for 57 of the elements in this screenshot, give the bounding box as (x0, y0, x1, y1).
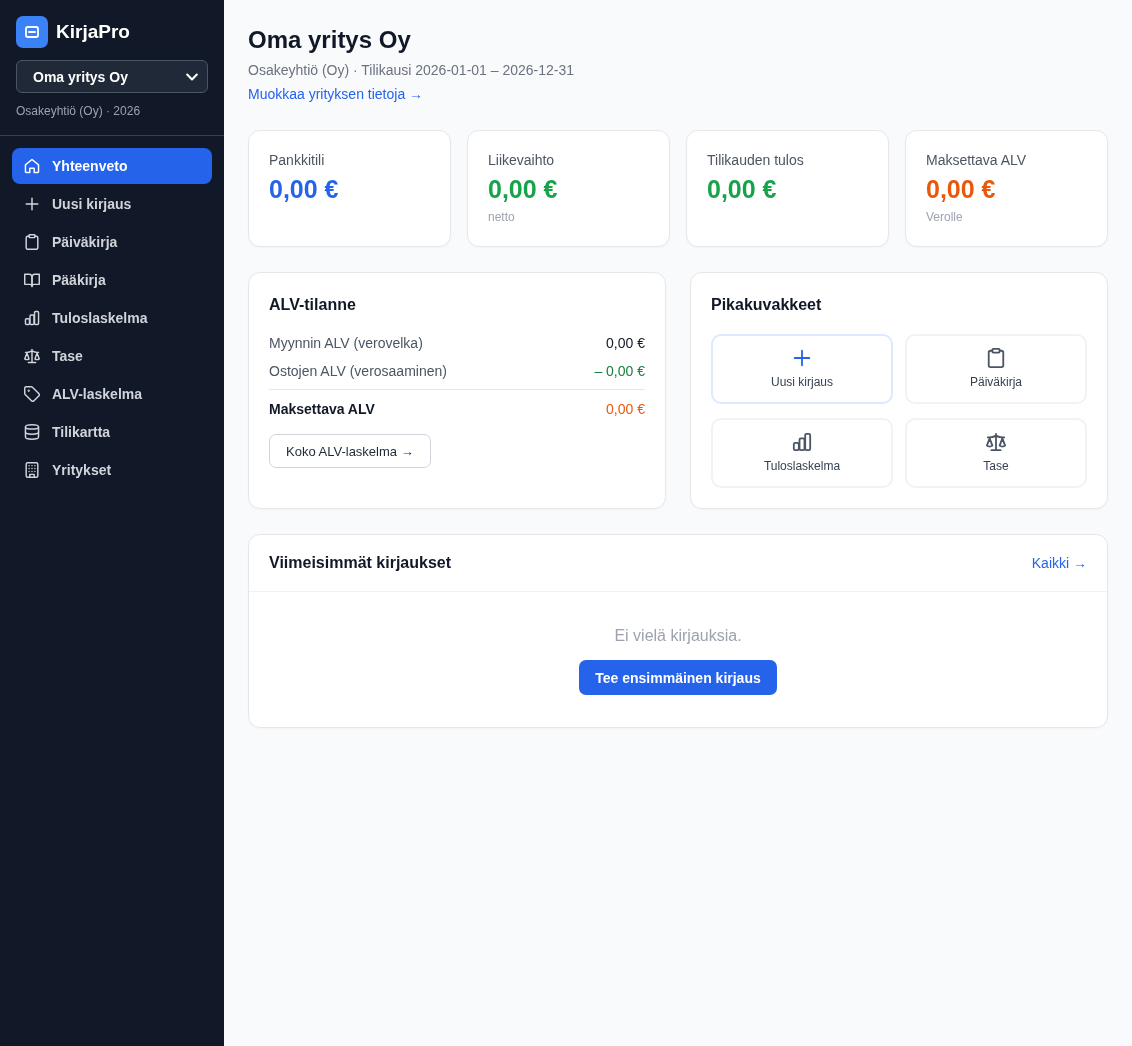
nav-item[interactable]: Yhteenveto (12, 148, 212, 184)
scale-icon (24, 348, 40, 364)
logo-icon (16, 16, 48, 48)
nav-item[interactable]: Tase (12, 338, 212, 374)
building-icon (24, 462, 40, 478)
stat-label: Maksettava ALV (926, 151, 1028, 170)
database-icon (24, 424, 40, 440)
vat-label: Maksettava ALV (269, 400, 375, 419)
page-subtitle: Osakeyhtiö (Oy) · Tilikausi 2026-01-01 – 2026-12-31 (248, 61, 576, 80)
panel-title: Pikakuvakkeet (711, 295, 823, 315)
stat-value: 0,00 € (488, 174, 559, 205)
chevron-down-icon (186, 72, 198, 81)
vat-amount: 0,00 € (606, 334, 645, 353)
home-icon (24, 158, 40, 174)
vat-label: Myynnin ALV (verovelka) (269, 334, 423, 353)
edit-company-link[interactable]: Muokkaa yrityksen tietoja → (248, 84, 424, 104)
bar-chart-icon (792, 432, 812, 452)
panel-title: Viimeisimmät kirjaukset (269, 553, 452, 573)
stat-note: netto (488, 209, 516, 225)
shortcut-tile[interactable]: Päiväkirja (905, 334, 1087, 404)
vat-label: Ostojen ALV (verosaaminen) (269, 362, 447, 381)
nav-item[interactable]: Uusi kirjaus (12, 186, 212, 222)
scale-icon (986, 432, 1006, 452)
nav-item[interactable]: Tilikartta (12, 414, 212, 450)
empty-message: Ei vielä kirjauksia. (614, 626, 742, 646)
page-title: Oma yritys Oy (248, 25, 412, 55)
plus-icon (24, 196, 40, 212)
company-select[interactable]: Oma yritys Oy (16, 60, 208, 93)
company-info: Osakeyhtiö (Oy) · 2026 (16, 103, 142, 119)
stat-label: Liikevaihto (488, 151, 556, 170)
stat-label: Tilikauden tulos (707, 151, 805, 170)
stat-value: 0,00 € (926, 174, 997, 205)
nav-item[interactable]: ALV-laskelma (12, 376, 212, 412)
vat-report-button[interactable]: Koko ALV-laskelma → (269, 434, 431, 468)
vat-amount: 0,00 € (606, 400, 645, 419)
clipboard-icon (986, 348, 1006, 368)
app-name: KirjaPro (56, 20, 130, 44)
book-icon (24, 272, 40, 288)
shortcut-tile[interactable]: Tase (905, 418, 1087, 488)
tag-icon (24, 386, 40, 402)
stat-label: Pankkitili (269, 151, 326, 170)
panel-title: ALV-tilanne (269, 295, 357, 315)
first-entry-button[interactable]: Tee ensimmäinen kirjaus (579, 660, 777, 695)
stat-value: 0,00 € (269, 174, 340, 205)
bar-chart-icon (24, 310, 40, 326)
nav-item[interactable]: Yritykset (12, 452, 212, 488)
nav-item[interactable]: Pääkirja (12, 262, 212, 298)
stat-note: Verolle (926, 209, 964, 225)
view-all-link[interactable]: Kaikki → (1031, 553, 1087, 573)
nav-item[interactable]: Tuloslaskelma (12, 300, 212, 336)
shortcut-tile[interactable]: Uusi kirjaus (711, 334, 893, 404)
shortcut-tile[interactable]: Tuloslaskelma (711, 418, 893, 488)
vat-amount: – 0,00 € (594, 362, 645, 381)
plus-icon (792, 348, 812, 368)
stat-value: 0,00 € (707, 174, 778, 205)
nav-item[interactable]: Päiväkirja (12, 224, 212, 260)
clipboard-icon (24, 234, 40, 250)
